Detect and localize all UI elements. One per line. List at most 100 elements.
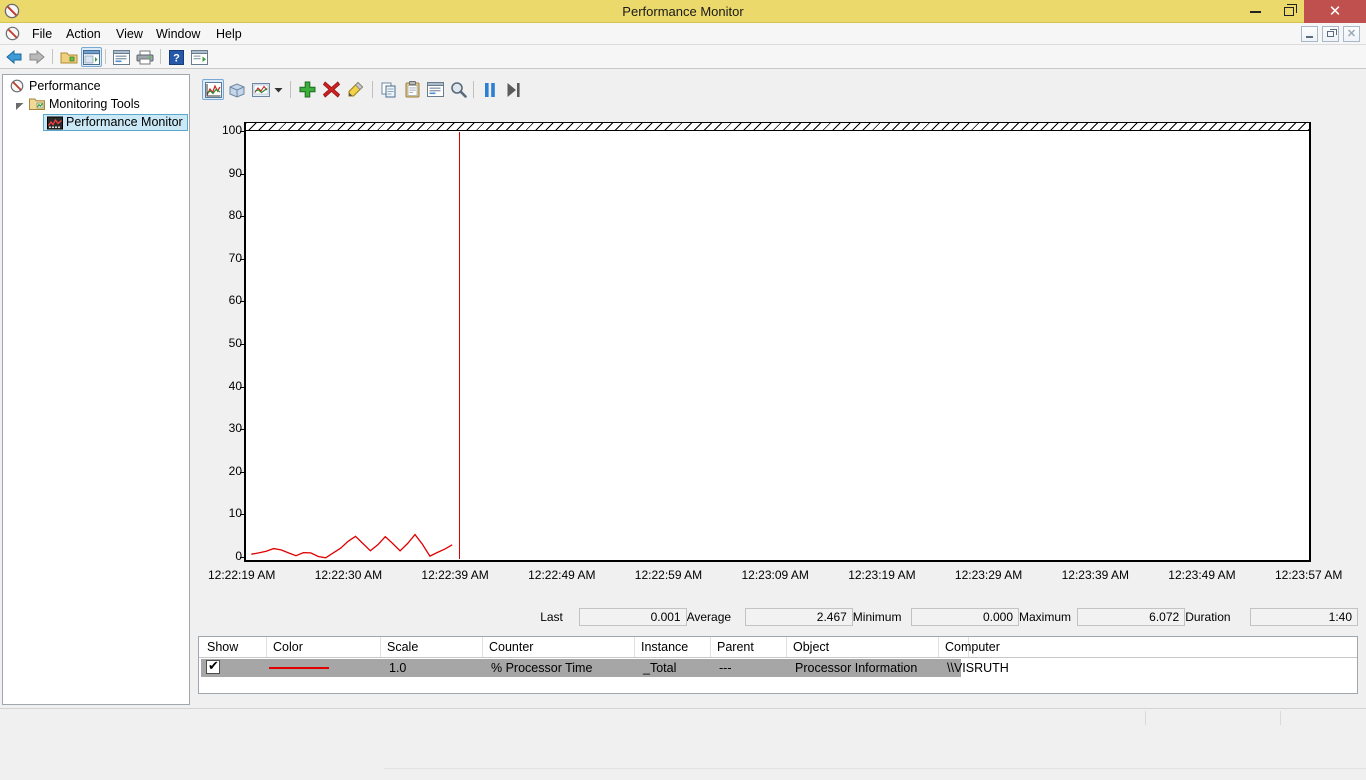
perfmon-icon-small [5,26,20,41]
y-axis-tick-label: 60 [228,293,242,308]
tree-node-performance[interactable]: Performance [9,78,101,95]
y-axis-tick-label: 90 [228,165,242,180]
status-bar [0,708,1366,725]
copy-properties-icon[interactable] [378,79,400,100]
x-axis-tick-label: 12:22:39 AM [421,568,489,582]
close-icon: ✕ [1328,3,1342,20]
table-row[interactable]: 1.0 % Processor Time _Total --- Processo… [201,658,1009,677]
window-maximize-button[interactable] [1274,0,1304,23]
stat-average-value: 2.467 [744,608,853,626]
legend-header-row: Show Color Scale Counter Instance Parent Objec… [199,637,1357,658]
x-axis-tick-label: 12:23:57 AM [1275,568,1343,582]
legend-column-header[interactable]: Show [201,637,267,657]
menu-file[interactable]: File [24,23,60,45]
counter-trace [251,533,453,559]
cell-computer: \\VISRUTH [947,661,1009,675]
properties-icon[interactable] [424,79,446,100]
forward-icon[interactable] [26,47,47,67]
stat-duration-label: Duration [1185,610,1231,624]
stat-minimum-label: Minimum [852,610,902,624]
y-axis-tick-label: 100 [221,123,242,137]
y-axis-tick-label: 10 [228,506,242,521]
update-data-icon[interactable] [502,79,524,100]
chart-icon [47,116,63,130]
performance-graph[interactable]: 0 10 20 30 40 50 60 70 80 90 100 12:22:19 AM 12:22:… [192,118,1364,582]
stat-minimum-value: 0.000 [911,608,1019,626]
tree-node-performance-monitor[interactable]: Performance Monitor [43,114,188,131]
stat-last-value: 0.001 [578,608,687,626]
graph-toolbar-separator [372,81,373,98]
tree-node-label: Performance Monitor [66,115,183,129]
performance-monitor-pane: 0 10 20 30 40 50 60 70 80 90 100 12:22:19 AM 12:22:… [192,74,1366,780]
help-icon[interactable]: ? [166,47,187,67]
chevron-down-icon[interactable] [272,79,284,100]
mdi-minimize-button[interactable] [1301,26,1318,42]
legend-column-header[interactable]: Instance [635,637,711,657]
y-axis-tick-label: 50 [228,336,242,350]
title-bar: Performance Monitor ✕ [0,0,1366,23]
main-toolbar: ? [0,45,1366,69]
x-axis: 12:22:19 AM 12:22:30 AM 12:22:39 AM 12:22:4… [192,568,1364,584]
show-checkbox[interactable] [206,658,220,674]
svg-text:?: ? [173,52,180,64]
stat-maximum-value: 6.072 [1077,608,1186,626]
view-graph-icon[interactable] [202,79,224,100]
statistics-bar: 1:40 Duration 6.072 Maximum 0.000 Minimum 2.46… [192,606,1364,628]
show-console-tree-icon[interactable] [58,47,79,67]
menu-bar: File Action View Window Help ✕ [0,23,1366,45]
window-minimize-button[interactable] [1240,0,1270,23]
window-close-button[interactable]: ✕ [1304,0,1366,23]
freeze-display-icon[interactable] [479,79,501,100]
zoom-icon[interactable] [447,79,469,100]
cell-counter: % Processor Time [491,661,593,675]
properties-icon[interactable] [111,47,132,67]
stat-maximum-label: Maximum [1019,610,1072,624]
mdi-close-button[interactable]: ✕ [1343,26,1360,42]
x-axis-tick-label: 12:22:49 AM [528,568,596,582]
legend-column-header[interactable]: Scale [381,637,483,657]
status-bar-separator [1145,711,1146,725]
expander-collapse-icon[interactable] [15,101,25,111]
x-axis-tick-label: 12:22:30 AM [314,568,383,582]
legend-column-header[interactable]: Color [267,637,381,657]
mdi-restore-button[interactable] [1322,26,1339,42]
stat-duration-value: 1:40 [1250,608,1358,626]
y-axis-tick-label: 30 [228,421,242,436]
new-window-icon[interactable] [189,47,210,67]
show-action-pane-icon[interactable] [81,47,102,67]
tree-node-label: Performance [29,79,101,93]
add-counter-icon[interactable] [296,79,318,100]
stat-average-label: Average [686,610,732,624]
stat-last-label: Last [540,610,563,624]
view-3d-icon[interactable] [226,79,248,100]
legend-column-header[interactable]: Parent [711,637,787,657]
plot-area[interactable] [244,122,1311,562]
y-axis-tick-label: 0 [235,549,242,563]
window-title: Performance Monitor [622,4,744,19]
delete-counter-icon[interactable] [320,79,342,100]
x-axis-tick-label: 12:22:19 AM [208,568,276,582]
y-axis-tick-label: 20 [228,463,242,478]
change-graph-type-icon[interactable] [250,79,272,100]
cell-parent: --- [719,661,732,675]
graph-toolbar-separator [473,81,474,98]
toolbar-separator [105,49,106,64]
back-icon[interactable] [4,47,25,67]
x-axis-tick-label: 12:23:29 AM [954,568,1023,582]
menu-window[interactable]: Window [148,23,208,45]
legend-column-header[interactable]: Counter [483,637,635,657]
paste-counter-list-icon[interactable] [401,79,423,100]
highlight-icon[interactable] [344,79,366,100]
tree-node-label: Monitoring Tools [49,97,140,111]
legend-column-header[interactable]: Computer [939,637,1000,657]
menu-help[interactable]: Help [208,23,250,45]
print-icon[interactable] [134,47,155,67]
folder-tools-icon [29,98,45,110]
tree-node-monitoring-tools[interactable]: Monitoring Tools [9,96,140,113]
toolbar-separator [52,49,53,64]
status-bar-separator [1280,711,1281,725]
legend-column-header[interactable]: Object [787,637,939,657]
menu-action[interactable]: Action [58,23,109,45]
menu-view[interactable]: View [108,23,151,45]
counter-legend-table[interactable]: Show Color Scale Counter Instance Parent Objec… [198,636,1358,694]
